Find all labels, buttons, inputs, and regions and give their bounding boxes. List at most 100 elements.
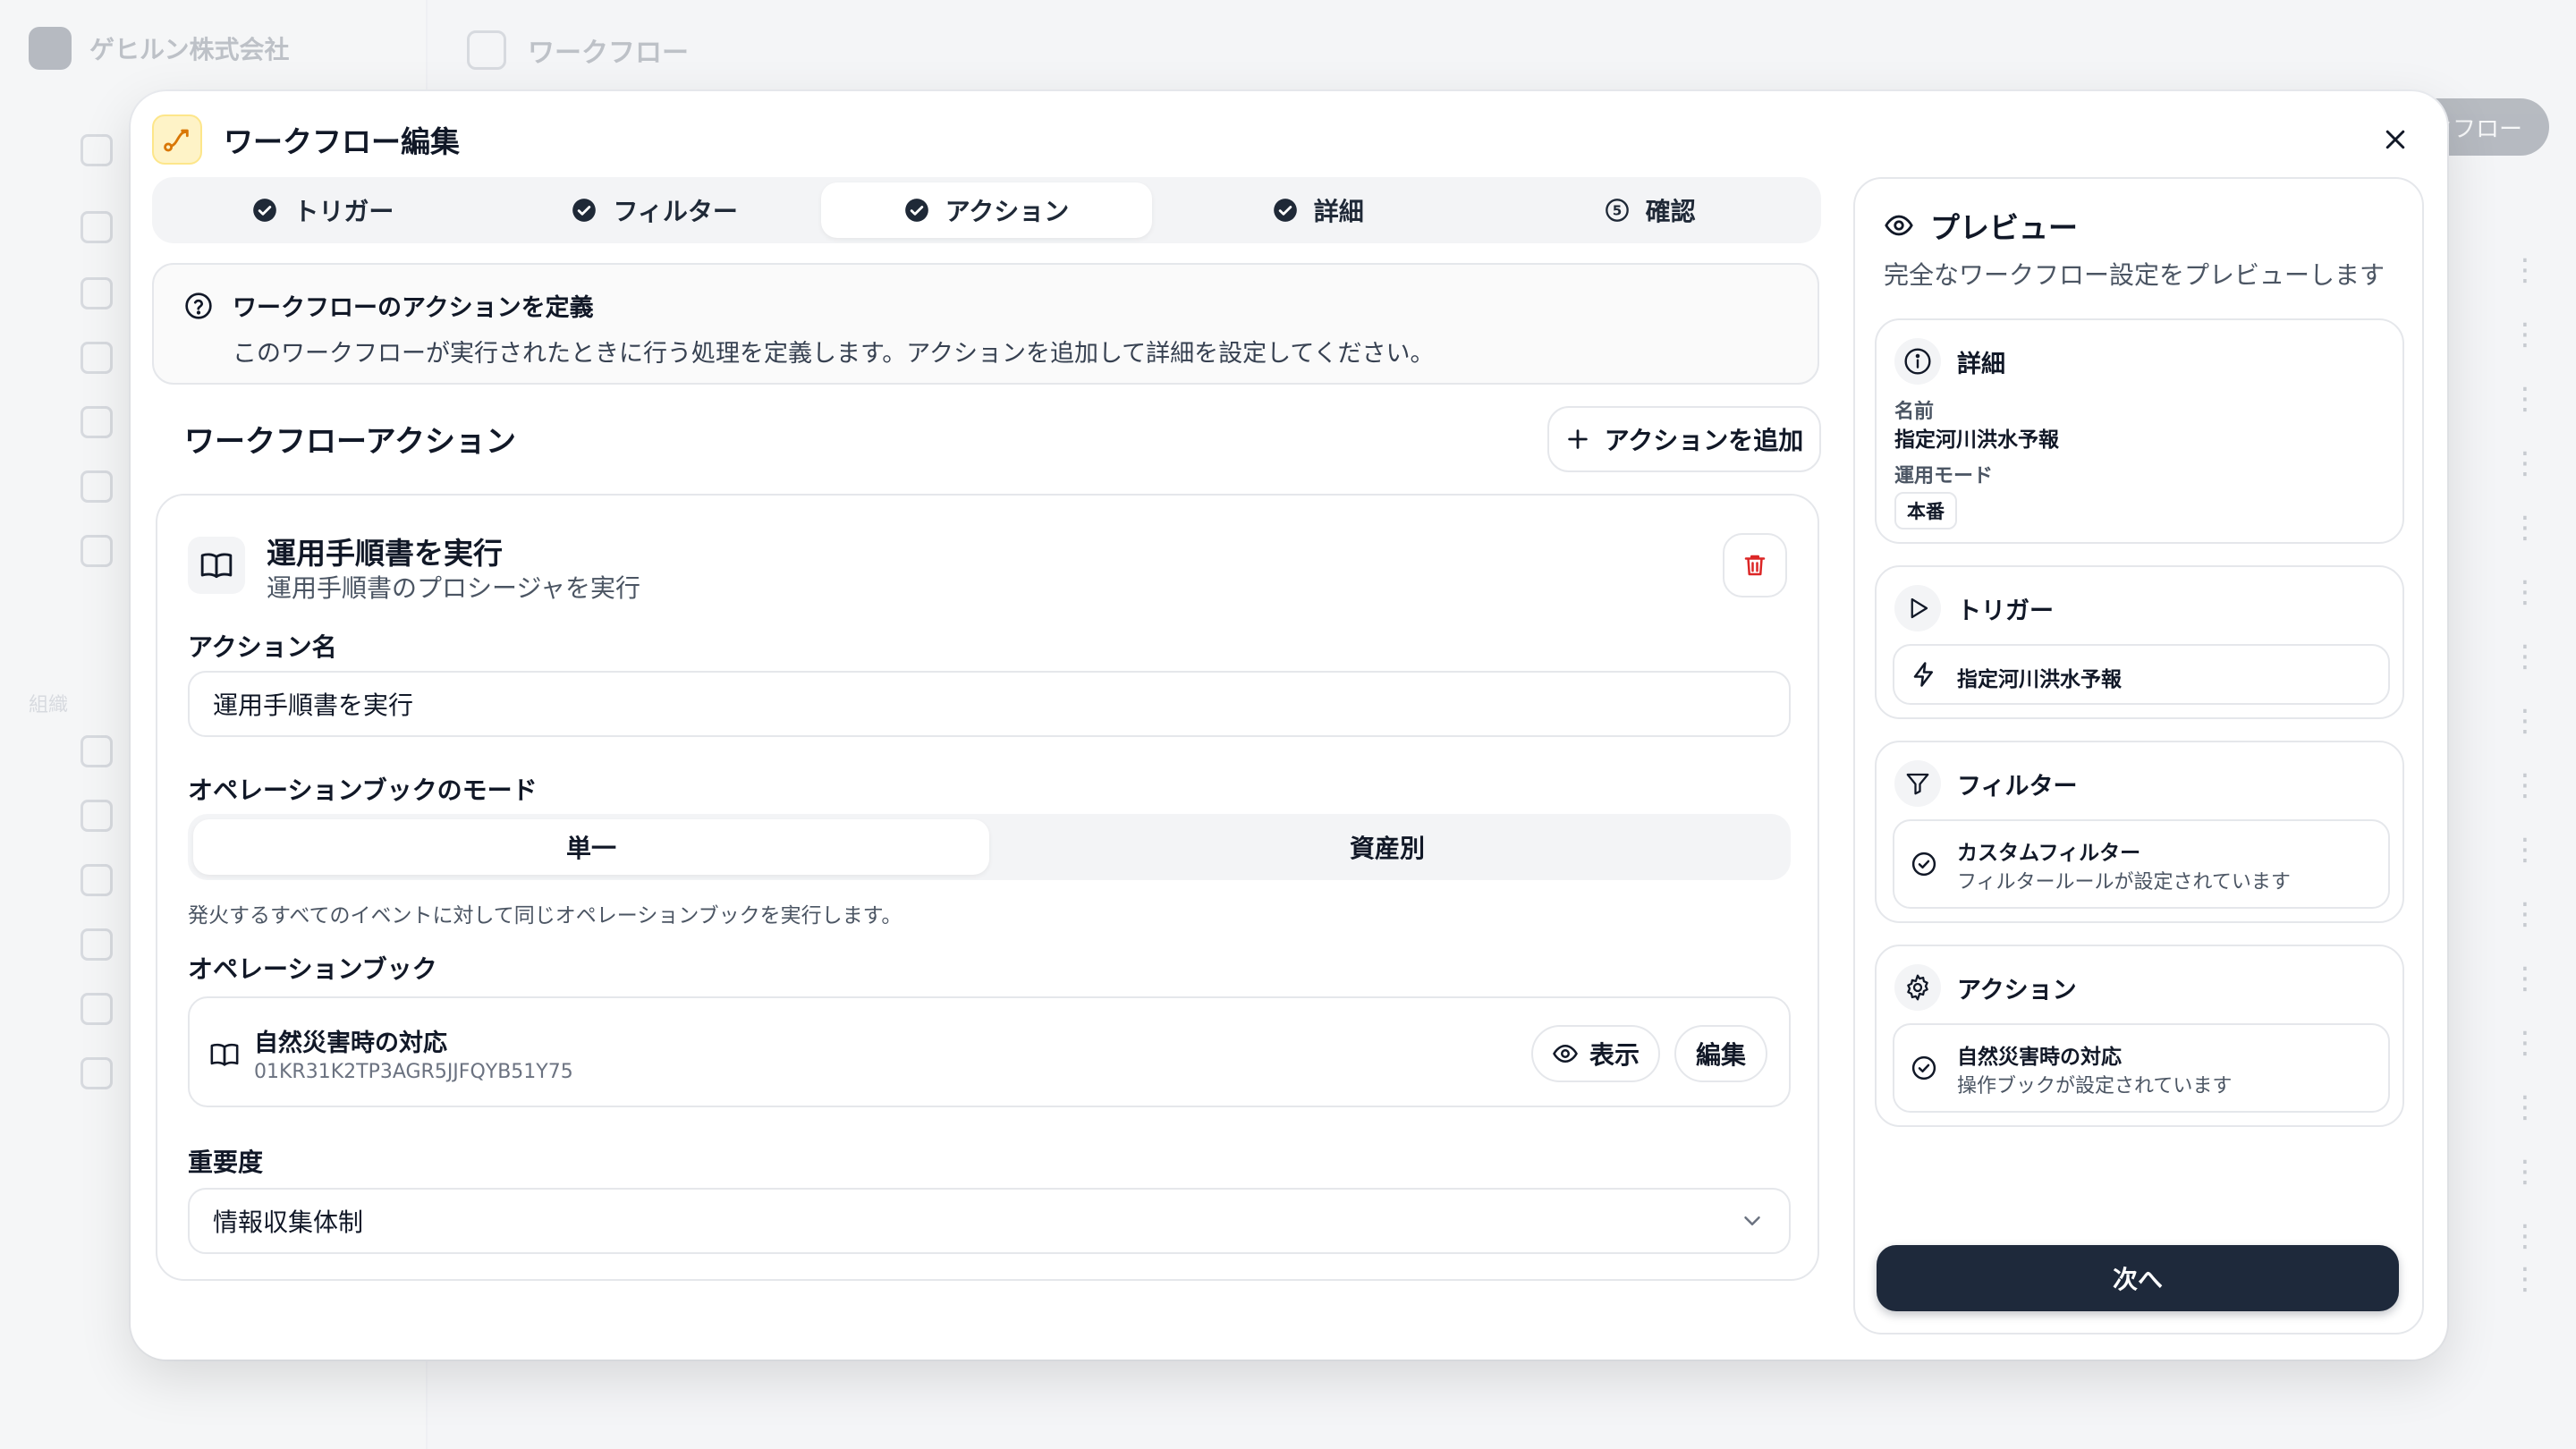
bg-workflow-icon [80, 535, 113, 567]
preview-mode-badge: 本番 [1894, 492, 1957, 530]
play-icon [1894, 585, 1941, 631]
bg-row-menu-icon: ⋮ [2510, 703, 2540, 739]
bg-book-icon [80, 470, 113, 503]
action-card: 運用手順書を実行 運用手順書のプロシージャを実行 アクション名 オペレーションブ… [156, 494, 1819, 1281]
details-card-title: 詳細 [1957, 350, 2005, 378]
bg-org-icon [80, 993, 113, 1025]
action-subtitle: 運用手順書のプロシージャを実行 [267, 573, 641, 603]
action-card-header: アクション [1894, 964, 2077, 1011]
check-circle-icon [1273, 198, 1298, 223]
bg-org-header: ゲヒルン株式会社 [29, 27, 289, 70]
close-button[interactable] [2370, 114, 2420, 165]
workflow-icon [152, 114, 202, 165]
preview-name-label: 名前 [1894, 401, 1935, 423]
preview-description: 完全なワークフロー設定をプレビューします [1884, 260, 2385, 290]
close-icon [2385, 130, 2405, 149]
preview-action-card: アクション 自然災害時の対応 操作ブックが設定されています [1875, 945, 2404, 1127]
info-title: ワークフローのアクションを定義 [233, 294, 594, 322]
bg-box-icon [80, 277, 113, 309]
trigger-card-title: トリガー [1957, 597, 2054, 625]
info-description: このワークフローが実行されたときに行う処理を定義します。アクションを追加して詳細… [233, 340, 1435, 368]
step-filter[interactable]: フィルター [489, 182, 821, 238]
gear-icon [1894, 964, 1941, 1011]
operation-book-label: オペレーションブック [188, 954, 437, 984]
preview-mode-label: 運用モード [1894, 465, 1994, 487]
action-item-desc: 操作ブックが設定されています [1957, 1075, 2233, 1097]
bg-row-menu-icon: ⋮ [2510, 317, 2540, 352]
bg-badge-icon [80, 864, 113, 896]
step-label: フィルター [613, 197, 738, 226]
bg-row-menu-icon: ⋮ [2510, 1261, 2540, 1297]
action-name-label: アクション名 [188, 632, 337, 662]
action-title: 運用手順書を実行 [267, 536, 503, 571]
mode-option-per-asset[interactable]: 資産別 [989, 819, 1785, 875]
operation-book-id: 01KR31K2TP3AGR5JJFQYB51Y75 [254, 1061, 573, 1083]
book-open-icon [188, 537, 245, 594]
check-circle-icon [572, 198, 597, 223]
bg-home-icon [80, 211, 113, 243]
bg-section-label: 組織 [29, 694, 69, 716]
step-label: 確認 [1645, 197, 1696, 226]
info-box: ワークフローのアクションを定義 このワークフローが実行されたときに行う処理を定義… [152, 263, 1819, 385]
view-label: 表示 [1589, 1040, 1640, 1070]
bg-header-workflow-icon [467, 30, 506, 70]
edit-operation-book-button[interactable]: 編集 [1674, 1025, 1767, 1082]
step-trigger[interactable]: トリガー [157, 182, 489, 238]
step-label: アクション [945, 197, 1070, 226]
bg-org-name: ゲヒルン株式会社 [89, 35, 290, 64]
check-circle-icon [252, 198, 277, 223]
bg-header-title: ワークフロー [528, 38, 689, 69]
number-circle-icon: 5 [1605, 198, 1630, 223]
bg-row-menu-icon: ⋮ [2510, 1089, 2540, 1125]
step-label: トリガー [293, 197, 394, 226]
preview-details-card: 詳細 名前 指定河川洪水予報 運用モード 本番 [1875, 318, 2404, 544]
operation-book-name: 自然災害時の対応 [254, 1030, 447, 1057]
chevron-down-icon [1744, 1216, 1760, 1225]
info-header: ワークフローのアクションを定義 [184, 288, 1787, 323]
trash-icon [1744, 555, 1766, 576]
bg-group-icon [80, 800, 113, 832]
bg-row-menu-icon: ⋮ [2510, 445, 2540, 481]
bg-row-menu-icon: ⋮ [2510, 381, 2540, 417]
bg-users-icon [80, 735, 113, 767]
step-confirm[interactable]: 5 確認 [1484, 182, 1816, 238]
action-name-input[interactable] [188, 671, 1791, 737]
filter-item-desc: フィルタールールが設定されています [1957, 871, 2291, 894]
funnel-icon [1894, 760, 1941, 807]
bg-row-menu-icon: ⋮ [2510, 961, 2540, 996]
delete-action-button[interactable] [1723, 533, 1787, 597]
add-action-label: アクションを追加 [1604, 426, 1804, 455]
eye-icon [1553, 1044, 1578, 1063]
view-operation-book-button[interactable]: 表示 [1531, 1025, 1660, 1082]
step-action[interactable]: アクション [820, 182, 1153, 238]
step-details[interactable]: 詳細 [1152, 182, 1484, 238]
help-circle-icon [184, 292, 213, 320]
bg-pen-icon [80, 406, 113, 438]
check-circle-icon [1911, 1055, 1937, 1081]
org-logo [29, 27, 72, 70]
mode-option-single[interactable]: 単一 [193, 819, 989, 875]
bg-row-menu-icon: ⋮ [2510, 767, 2540, 803]
action-item-title: 自然災害時の対応 [1957, 1046, 2122, 1069]
preview-name-value: 指定河川洪水予報 [1894, 428, 2059, 452]
actions-section-title: ワークフローアクション [184, 424, 516, 460]
preview-panel: プレビュー 完全なワークフロー設定をプレビューします 詳細 名前 指定河川洪水予… [1853, 177, 2424, 1335]
check-circle-icon [904, 198, 929, 223]
operation-book-mode-toggle: 単一 資産別 [188, 814, 1791, 880]
next-button[interactable]: 次へ [1877, 1245, 2399, 1311]
bg-header: ワークフロー [428, 0, 2576, 100]
bg-row-menu-icon: ⋮ [2510, 574, 2540, 610]
severity-select[interactable]: 情報収集体制 [188, 1188, 1791, 1254]
eye-icon [1885, 215, 1913, 236]
bg-row-menu-icon: ⋮ [2510, 896, 2540, 932]
preview-trigger-card: トリガー 指定河川洪水予報 [1875, 565, 2404, 719]
mode-hint: 発火するすべてのイベントに対して同じオペレーションブックを実行します。 [188, 904, 902, 928]
filter-card-title: フィルター [1957, 772, 2078, 801]
bg-stack-icon [80, 342, 113, 374]
bg-row-menu-icon: ⋮ [2510, 252, 2540, 288]
bolt-icon [1911, 661, 1937, 688]
operation-book-item: 自然災害時の対応 01KR31K2TP3AGR5JJFQYB51Y75 表示 編… [188, 996, 1791, 1107]
preview-title: プレビュー [1930, 210, 2078, 245]
bg-row-menu-icon: ⋮ [2510, 510, 2540, 546]
add-action-button[interactable]: アクションを追加 [1547, 406, 1821, 472]
